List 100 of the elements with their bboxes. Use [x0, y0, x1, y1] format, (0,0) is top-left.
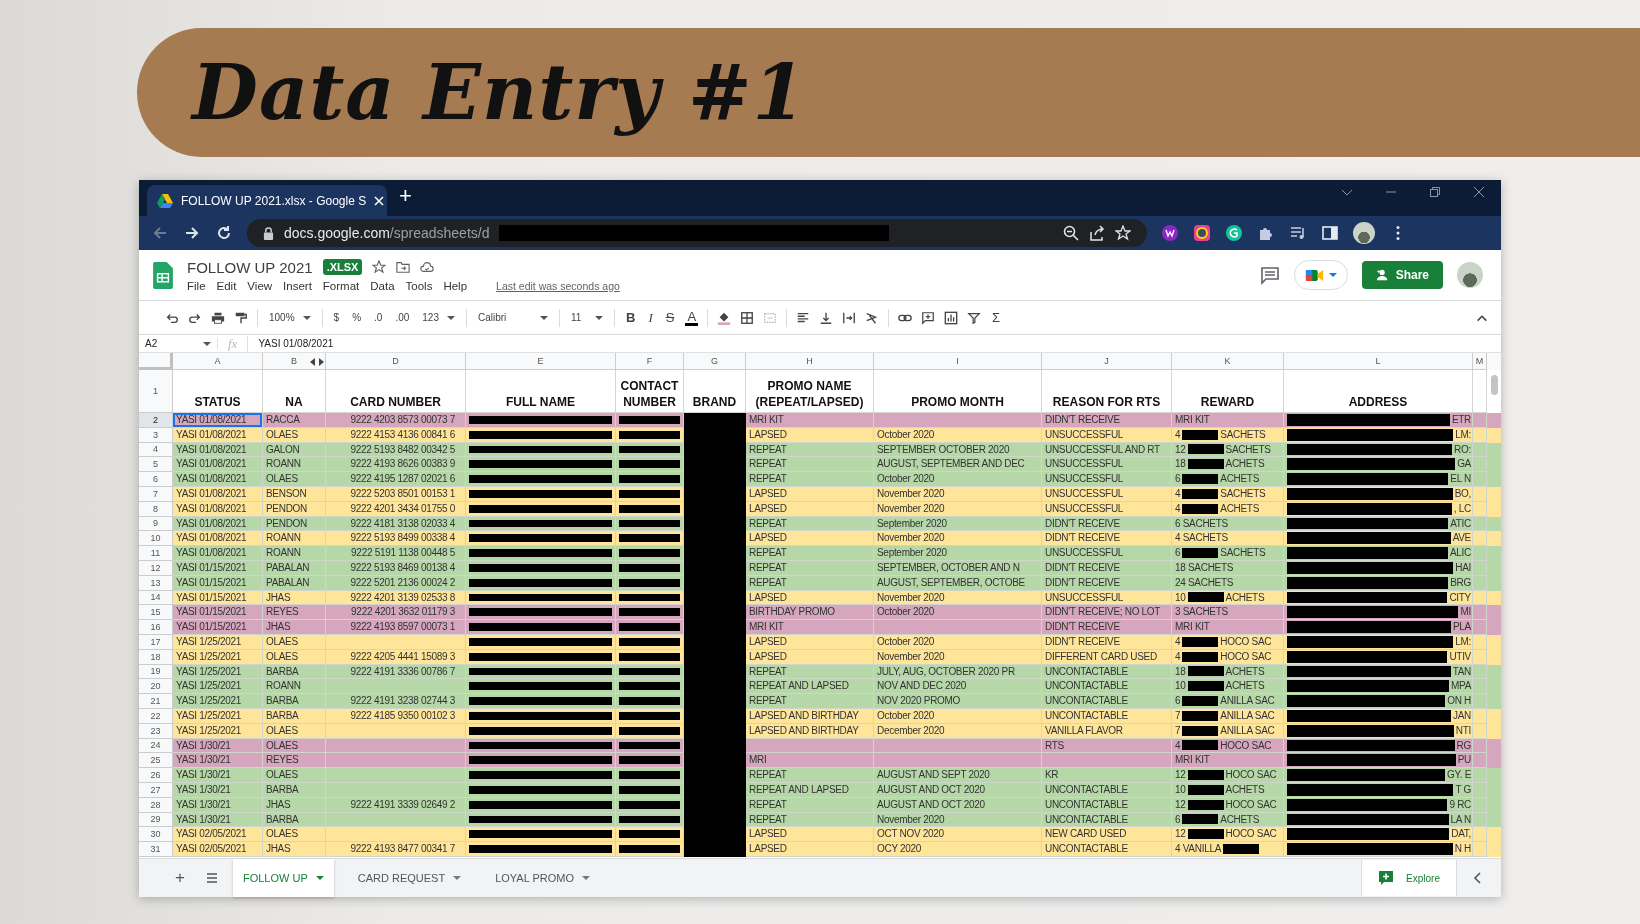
table-cell[interactable]: YASI 02/05/2021	[173, 842, 263, 857]
row-number[interactable]: 1	[139, 370, 173, 413]
hidden-column-arrows-icon[interactable]	[310, 358, 324, 366]
filter-icon[interactable]	[967, 310, 982, 325]
row-number[interactable]: 2	[139, 413, 173, 428]
table-cell[interactable]: YASI 02/05/2021	[173, 827, 263, 843]
font-dropdown[interactable]: Calibri	[476, 312, 550, 323]
table-cell[interactable]: YASI 01/08/2021	[173, 546, 263, 561]
table-cell[interactable]: YASI 1/25/2021	[173, 679, 263, 695]
extension-w-icon[interactable]	[1161, 224, 1179, 242]
column-header[interactable]: E	[466, 353, 616, 370]
row-number[interactable]: 31	[139, 842, 173, 857]
sheet-tab[interactable]: CARD REQUEST	[347, 859, 472, 897]
row-number[interactable]: 26	[139, 768, 173, 783]
table-cell[interactable]: YASI 01/08/2021	[173, 457, 263, 473]
merge-cells-icon[interactable]	[763, 310, 778, 325]
close-icon[interactable]	[1473, 186, 1485, 198]
last-edit-link[interactable]: Last edit was seconds ago	[496, 279, 620, 292]
row-number[interactable]: 21	[139, 694, 173, 709]
number-format-dropdown[interactable]: 123	[420, 312, 457, 323]
vertical-align-icon[interactable]	[819, 310, 834, 325]
strikethrough-button[interactable]: S	[663, 310, 677, 325]
column-header[interactable]: J	[1042, 353, 1172, 370]
column-header[interactable]: L	[1284, 353, 1473, 370]
menu-item[interactable]: Format	[322, 279, 360, 292]
sheet-tab[interactable]: FOLLOW UP	[232, 859, 334, 897]
address-bar[interactable]: docs.google.com/spreadsheets/d	[247, 219, 1147, 247]
row-number[interactable]: 6	[139, 472, 173, 487]
zoom-out-icon[interactable]	[1063, 225, 1079, 241]
table-cell[interactable]: YASI 01/08/2021	[173, 413, 263, 428]
column-header[interactable]: G	[684, 353, 746, 370]
table-cell[interactable]: YASI 01/15/2021	[173, 620, 263, 635]
row-number[interactable]: 30	[139, 827, 173, 843]
table-cell[interactable]: YASI 01/08/2021	[173, 472, 263, 487]
name-box[interactable]: A2	[139, 338, 218, 349]
font-size-dropdown[interactable]: 11	[569, 312, 605, 323]
explore-button[interactable]: Explore	[1361, 860, 1457, 896]
menu-item[interactable]: Edit	[216, 279, 237, 292]
share-button[interactable]: Share	[1361, 261, 1443, 289]
column-header[interactable]: M	[1473, 353, 1487, 370]
sheet-tab[interactable]: LOYAL PROMO	[485, 859, 600, 897]
column-header[interactable]: K	[1172, 353, 1284, 370]
share-icon[interactable]	[1089, 225, 1105, 241]
column-header[interactable]: F	[616, 353, 684, 370]
table-cell[interactable]: YASI 1/30/21	[173, 768, 263, 783]
menu-item[interactable]: View	[247, 279, 273, 292]
extension-ring-icon[interactable]	[1193, 224, 1211, 242]
menu-item[interactable]: File	[187, 279, 206, 292]
scrollbar[interactable]	[1491, 375, 1498, 395]
comment-icon[interactable]	[1259, 265, 1280, 285]
formula-input[interactable]: YASI 01/08/2021	[248, 338, 334, 349]
menu-item[interactable]: Insert	[283, 279, 312, 292]
browser-tab[interactable]: FOLLOW UP 2021.xlsx - Google S	[147, 185, 387, 216]
decrease-decimals-button[interactable]: .0	[372, 312, 385, 323]
chart-icon[interactable]	[944, 310, 959, 325]
row-number[interactable]: 5	[139, 457, 173, 473]
table-cell[interactable]: YASI 01/15/2021	[173, 605, 263, 621]
row-number[interactable]: 20	[139, 679, 173, 695]
row-number[interactable]: 10	[139, 531, 173, 547]
profile-avatar[interactable]	[1353, 222, 1375, 244]
text-wrap-icon[interactable]	[842, 310, 857, 325]
row-number[interactable]: 16	[139, 620, 173, 635]
star-icon[interactable]	[372, 260, 387, 274]
reload-icon[interactable]	[215, 224, 233, 242]
table-cell[interactable]: YASI 1/30/21	[173, 753, 263, 769]
table-cell[interactable]: YASI 1/25/2021	[173, 694, 263, 709]
column-header[interactable]: H	[746, 353, 874, 370]
row-number[interactable]: 15	[139, 605, 173, 621]
paint-format-icon[interactable]	[234, 310, 248, 325]
column-header[interactable]: B	[263, 353, 326, 370]
percent-format-button[interactable]: %	[350, 312, 364, 323]
document-title[interactable]: FOLLOW UP 2021	[187, 258, 313, 276]
bold-button[interactable]: B	[624, 310, 638, 325]
row-number[interactable]: 11	[139, 546, 173, 561]
meet-button[interactable]	[1293, 260, 1348, 290]
new-tab-button[interactable]: +	[387, 183, 424, 213]
menu-item[interactable]: Help	[443, 279, 468, 292]
functions-button[interactable]: Σ	[990, 310, 1003, 325]
extension-g-icon[interactable]	[1225, 224, 1243, 242]
column-header[interactable]: D	[326, 353, 466, 370]
italic-button[interactable]: I	[646, 309, 655, 326]
text-color-button[interactable]: A	[685, 309, 699, 326]
menu-item[interactable]: Data	[370, 279, 395, 292]
fill-color-icon[interactable]	[717, 310, 732, 325]
column-header[interactable]: A	[173, 353, 263, 370]
add-comment-icon[interactable]	[921, 310, 936, 325]
menu-item[interactable]: Tools	[405, 279, 433, 292]
align-left-icon[interactable]	[796, 310, 811, 325]
sheets-logo-icon[interactable]	[153, 261, 173, 289]
profile-avatar[interactable]	[1457, 262, 1483, 288]
folder-icon[interactable]	[396, 260, 411, 274]
playlist-icon[interactable]	[1289, 224, 1307, 242]
zoom-dropdown[interactable]: 100%	[267, 312, 313, 323]
add-sheet-button[interactable]: +	[169, 867, 191, 889]
increase-decimals-button[interactable]: .00	[393, 312, 412, 323]
row-number[interactable]: 25	[139, 753, 173, 769]
sheet-list-icon[interactable]	[204, 871, 219, 885]
table-cell[interactable]: YASI 01/08/2021	[173, 531, 263, 547]
column-header[interactable]: I	[874, 353, 1042, 370]
print-icon[interactable]	[211, 310, 225, 325]
